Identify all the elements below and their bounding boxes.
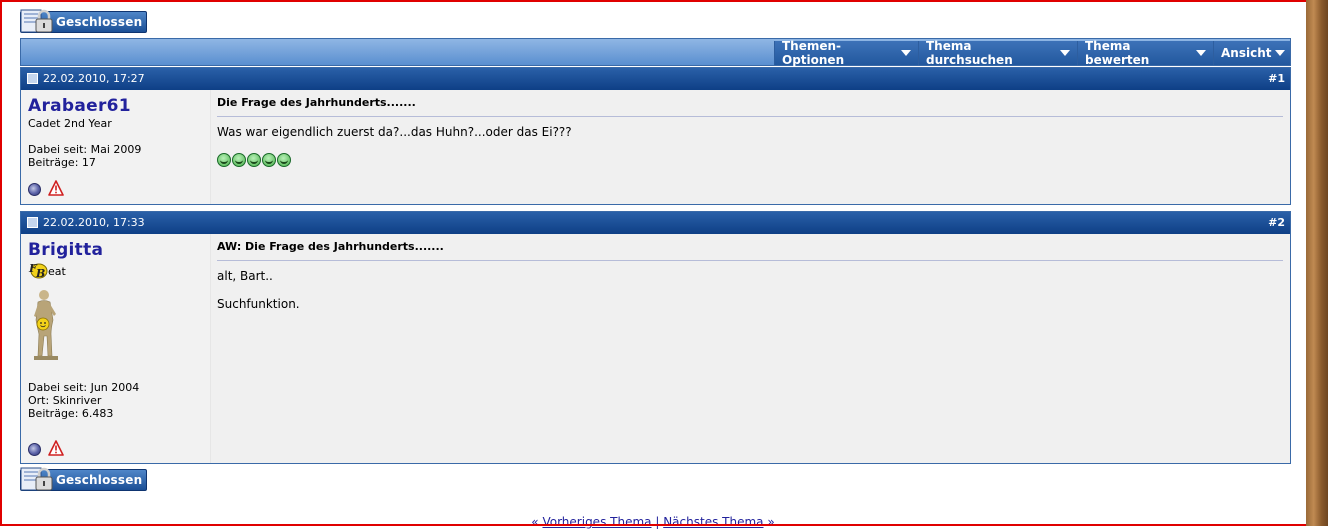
username-link[interactable]: Brigitta [28, 240, 203, 260]
fb-badge-icon: F B [28, 261, 48, 282]
side-wood-border [1306, 0, 1328, 526]
menu-thread-options[interactable]: Themen-Optionen [774, 39, 918, 67]
user-post-count: Beiträge: 6.483 [28, 407, 114, 420]
user-location: Ort: Skinriver [28, 394, 102, 407]
chevron-down-icon [1196, 50, 1206, 56]
closed-button-label: Geschlossen [56, 473, 143, 487]
post-1: 22.02.2010, 17:27 #1 Arabaer61 Cadet 2nd… [20, 67, 1291, 205]
username-link[interactable]: Arabaer61 [28, 96, 203, 116]
post-message-line: Suchfunktion. [217, 297, 300, 311]
post-icon [27, 73, 38, 84]
post-header: 22.02.2010, 17:33 #2 [21, 212, 1290, 234]
post-title: AW: Die Frage des Jahrhunderts....... [217, 240, 444, 253]
post-message: Was war eigendlich zuerst da?...das Huhn… [217, 125, 572, 139]
next-thread-link[interactable]: Nächstes Thema [663, 515, 763, 529]
menu-search-thread[interactable]: Thema durchsuchen [918, 39, 1077, 67]
post-number[interactable]: #1 [1268, 72, 1285, 85]
user-info: Brigitta F B eat Dabei seit: Jun 2004 Or… [21, 234, 210, 463]
user-title: eat [48, 265, 66, 278]
user-join-date: Dabei seit: Jun 2004 [28, 381, 140, 394]
menu-rate-thread-label: Thema bewerten [1085, 39, 1150, 67]
post-icon [27, 217, 38, 228]
post-2: 22.02.2010, 17:33 #2 Brigitta F B eat Da… [20, 211, 1291, 464]
laughing-smilie-icon [232, 153, 246, 167]
post-number-link[interactable]: #2 [1268, 216, 1285, 229]
svg-text:B: B [35, 267, 45, 279]
closed-thread-button[interactable]: Geschlossen [19, 9, 147, 33]
report-post-icon[interactable] [48, 440, 64, 459]
post-header: 22.02.2010, 17:27 #1 [21, 68, 1290, 90]
menu-rate-thread[interactable]: Thema bewerten [1077, 39, 1213, 67]
post-separator [217, 260, 1283, 261]
laughing-smilie-icon [247, 153, 261, 167]
post-date: 22.02.2010, 17:33 [27, 216, 145, 229]
menu-search-thread-label: Thema durchsuchen [926, 39, 1013, 67]
post-number[interactable]: #2 [1268, 216, 1285, 229]
lock-icon [19, 467, 53, 491]
avatar [28, 286, 68, 370]
post-title: Die Frage des Jahrhunderts....... [217, 96, 416, 109]
offline-status-icon [28, 183, 41, 196]
post-content: Die Frage des Jahrhunderts....... Was wa… [210, 90, 1290, 204]
post-message-line: alt, Bart.. [217, 269, 273, 283]
thread-navigation: « Vorheriges Thema | Nächstes Thema » [0, 515, 1306, 529]
closed-thread-button-bottom[interactable]: Geschlossen [19, 467, 147, 491]
post-date-text: 22.02.2010, 17:27 [43, 72, 145, 85]
menu-view-label: Ansicht [1221, 46, 1272, 60]
lock-icon [19, 9, 53, 33]
prev-arrow: « [531, 515, 539, 529]
smilies-row [217, 153, 1283, 167]
post-content: AW: Die Frage des Jahrhunderts....... al… [210, 234, 1290, 463]
thread-toolbar: Themen-Optionen Thema durchsuchen Thema … [20, 38, 1291, 67]
chevron-down-icon [901, 50, 911, 56]
menu-view[interactable]: Ansicht [1213, 41, 1290, 65]
user-post-count: Beiträge: 17 [28, 156, 96, 169]
chevron-down-icon [1275, 50, 1286, 56]
report-post-icon[interactable] [48, 180, 64, 199]
laughing-smilie-icon [277, 153, 291, 167]
post-date: 22.02.2010, 17:27 [27, 72, 145, 85]
laughing-smilie-icon [217, 153, 231, 167]
user-join-date: Dabei seit: Mai 2009 [28, 143, 142, 156]
user-info: Arabaer61 Cadet 2nd Year Dabei seit: Mai… [21, 90, 210, 204]
previous-thread-link[interactable]: Vorheriges Thema [542, 515, 651, 529]
post-number-link[interactable]: #1 [1268, 72, 1285, 85]
post-separator [217, 116, 1283, 117]
laughing-smilie-icon [262, 153, 276, 167]
next-arrow: » [767, 515, 775, 529]
nav-separator: | [655, 515, 660, 529]
post-date-text: 22.02.2010, 17:33 [43, 216, 145, 229]
offline-status-icon [28, 443, 41, 456]
closed-button-label: Geschlossen [56, 15, 143, 29]
user-title-row: F B eat [28, 261, 203, 282]
chevron-down-icon [1060, 50, 1070, 56]
user-title: Cadet 2nd Year [28, 117, 112, 130]
menu-thread-options-label: Themen-Optionen [782, 39, 845, 67]
